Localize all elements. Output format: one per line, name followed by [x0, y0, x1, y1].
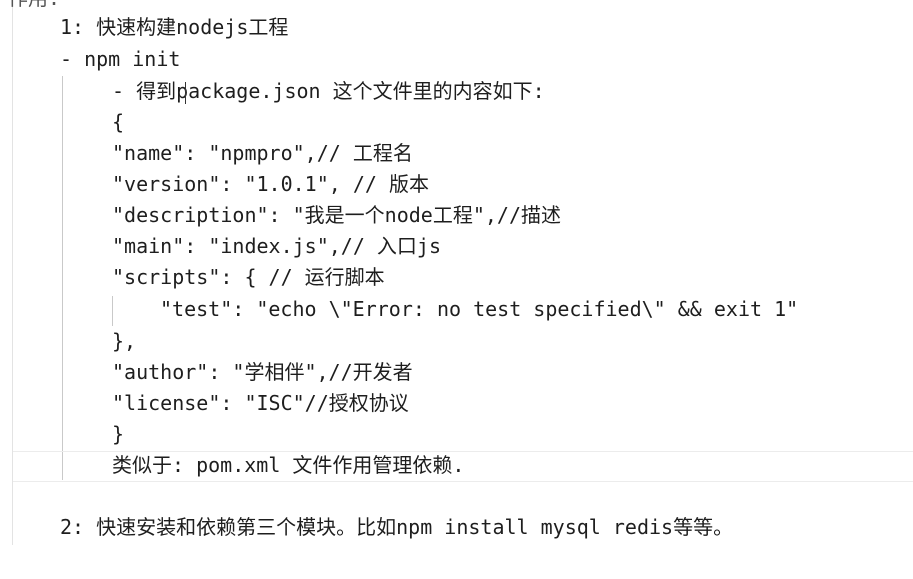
text-line-8[interactable]: "main": "index.js",// 入口js	[112, 231, 441, 262]
text-line-16[interactable]: 2: 快速安装和依赖第三个模块。比如npm install mysql redi…	[60, 512, 733, 543]
text-line-14[interactable]: }	[112, 419, 124, 450]
text-line-9[interactable]: "scripts": { // 运行脚本	[112, 262, 385, 293]
markdown-editor[interactable]: 作用: 1: 快速构建nodejs工程 - npm init - 得到packa…	[0, 0, 913, 579]
mouse-cursor-ibeam	[185, 82, 186, 104]
text-line-11[interactable]: },	[112, 326, 136, 357]
text-line-15[interactable]: 类似于: pom.xml 文件作用管理依赖.	[112, 450, 464, 481]
text-line-10[interactable]: "test": "echo \"Error: no test specified…	[160, 294, 798, 325]
text-line-5[interactable]: "name": "npmpro",// 工程名	[112, 138, 413, 169]
text-line-6[interactable]: "version": "1.0.1", // 版本	[112, 169, 429, 200]
text-line-1[interactable]: 1: 快速构建nodejs工程	[60, 12, 288, 43]
text-line-3[interactable]: - 得到package.json 这个文件里的内容如下:	[112, 76, 545, 107]
indent-guide-level-1	[62, 76, 63, 480]
text-line-2[interactable]: - npm init	[60, 44, 180, 75]
cut-off-heading: 作用:	[8, 0, 60, 8]
text-line-12[interactable]: "author": "学相伴",//开发者	[112, 357, 413, 388]
indent-guide-level-2	[112, 296, 113, 326]
text-line-13[interactable]: "license": "ISC"//授权协议	[112, 388, 409, 419]
text-line-7[interactable]: "description": "我是一个node工程",//描述	[112, 200, 561, 231]
text-line-4[interactable]: {	[112, 107, 124, 138]
